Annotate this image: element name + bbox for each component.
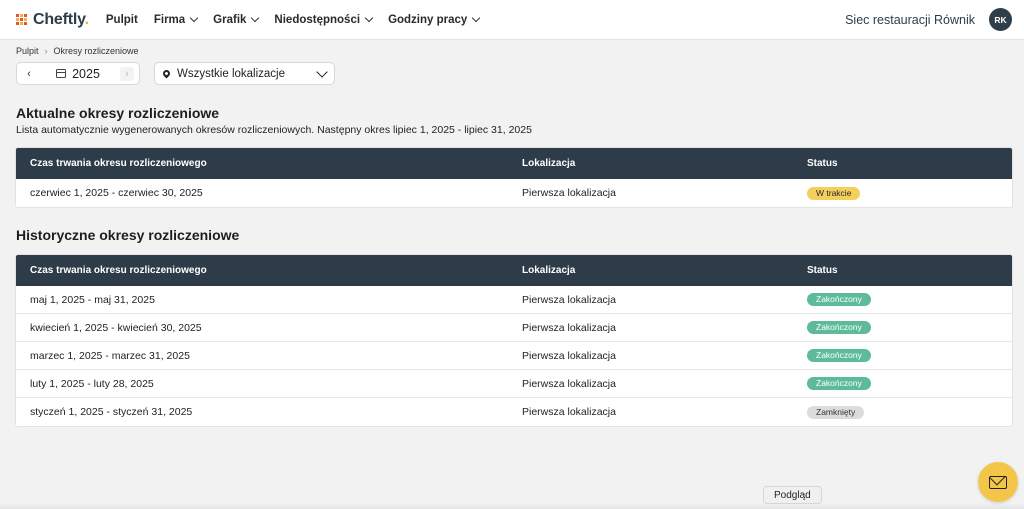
bottom-toolbar bbox=[0, 503, 1024, 509]
column-header-period: Czas trwania okresu rozliczeniowego bbox=[30, 158, 207, 169]
location-select-value: Wszystkie lokalizacje bbox=[177, 67, 285, 80]
status-badge: Zakończony bbox=[807, 377, 871, 390]
table-row[interactable]: maj 1, 2025 - maj 31, 2025 Pierwsza loka… bbox=[16, 286, 1012, 314]
period-cell: kwiecień 1, 2025 - kwiecień 30, 2025 bbox=[30, 321, 202, 334]
status-badge: W trakcie bbox=[807, 186, 861, 200]
status-badge: Zakończony bbox=[807, 321, 871, 334]
current-periods-description: Lista automatycznie wygenerowanych okres… bbox=[16, 124, 532, 136]
messages-button[interactable] bbox=[978, 462, 1018, 502]
period-cell: styczeń 1, 2025 - styczeń 31, 2025 bbox=[30, 406, 193, 418]
column-header-location: Lokalizacja bbox=[522, 158, 576, 169]
table-header: Czas trwania okresu rozliczeniowego Loka… bbox=[16, 255, 1012, 286]
previous-year-button[interactable]: ‹ bbox=[22, 67, 36, 81]
history-periods-title: Historyczne okresy rozliczeniowe bbox=[16, 227, 240, 243]
next-year-button[interactable]: › bbox=[120, 66, 134, 81]
location-cell: Pierwsza lokalizacja bbox=[522, 349, 616, 362]
period-cell: czerwiec 1, 2025 - czerwiec 30, 2025 bbox=[30, 187, 203, 199]
location-cell: Pierwsza lokalizacja bbox=[522, 406, 616, 418]
status-badge: Zakończony bbox=[807, 293, 871, 306]
year-value: 2025 bbox=[72, 66, 100, 81]
chevron-down-icon bbox=[251, 13, 260, 23]
location-cell: Pierwsza lokalizacja bbox=[522, 187, 616, 199]
column-header-status: Status bbox=[807, 158, 838, 169]
year-picker: ‹ 2025 › bbox=[16, 62, 140, 85]
table-row[interactable]: kwiecień 1, 2025 - kwiecień 30, 2025 Pie… bbox=[16, 314, 1012, 342]
column-header-period: Czas trwania okresu rozliczeniowego bbox=[30, 265, 207, 276]
brand-logo[interactable]: Cheftly. bbox=[16, 11, 89, 29]
current-periods-title: Aktualne okresy rozliczeniowe bbox=[16, 105, 220, 121]
period-cell: maj 1, 2025 - maj 31, 2025 bbox=[30, 293, 155, 306]
nav-item-godziny-pracy[interactable]: Godziny pracy bbox=[388, 13, 481, 26]
current-periods-table: Czas trwania okresu rozliczeniowego Loka… bbox=[16, 148, 1012, 207]
chevron-down-icon bbox=[316, 65, 328, 78]
nav-item-grafik[interactable]: Grafik bbox=[213, 13, 260, 26]
preview-tooltip: Podgląd bbox=[763, 486, 822, 504]
breadcrumb-home-link[interactable]: Pulpit bbox=[16, 46, 39, 56]
table-row[interactable]: styczeń 1, 2025 - styczeń 31, 2025 Pierw… bbox=[16, 398, 1012, 426]
location-pin-icon bbox=[161, 68, 172, 79]
nav-item-firma[interactable]: Firma bbox=[154, 13, 199, 26]
chevron-down-icon bbox=[364, 13, 374, 23]
top-navbar: Cheftly. Pulpit Firma Grafik Niedostępno… bbox=[0, 0, 1024, 40]
column-header-status: Status bbox=[807, 265, 838, 276]
main-nav: Pulpit Firma Grafik Niedostępności Godzi… bbox=[106, 14, 495, 26]
table-header: Czas trwania okresu rozliczeniowego Loka… bbox=[16, 148, 1012, 179]
header-right: Siec restauracji Równik RK bbox=[845, 8, 1012, 31]
history-periods-table: Czas trwania okresu rozliczeniowego Loka… bbox=[16, 255, 1012, 426]
period-cell: marzec 1, 2025 - marzec 31, 2025 bbox=[30, 349, 190, 362]
nav-item-pulpit[interactable]: Pulpit bbox=[106, 14, 138, 26]
chevron-down-icon bbox=[189, 13, 199, 23]
breadcrumb-separator-icon: › bbox=[44, 46, 48, 56]
status-badge: Zamknięty bbox=[807, 405, 865, 419]
brand-name: Cheftly. bbox=[33, 10, 89, 28]
status-badge: Zakończony bbox=[807, 349, 871, 362]
table-row[interactable]: marzec 1, 2025 - marzec 31, 2025 Pierwsz… bbox=[16, 342, 1012, 370]
table-row[interactable]: czerwiec 1, 2025 - czerwiec 30, 2025 Pie… bbox=[16, 179, 1012, 207]
location-cell: Pierwsza lokalizacja bbox=[522, 377, 616, 390]
nav-item-niedostepnosci[interactable]: Niedostępności bbox=[274, 13, 374, 26]
breadcrumb: Pulpit › Okresy rozliczeniowe bbox=[16, 46, 139, 56]
chevron-down-icon bbox=[472, 13, 481, 23]
calendar-icon bbox=[56, 69, 67, 78]
mail-icon bbox=[989, 475, 1007, 489]
location-cell: Pierwsza lokalizacja bbox=[522, 293, 616, 306]
period-cell: luty 1, 2025 - luty 28, 2025 bbox=[30, 377, 154, 390]
logo-grid-icon bbox=[16, 13, 28, 26]
location-cell: Pierwsza lokalizacja bbox=[522, 321, 616, 334]
user-avatar[interactable]: RK bbox=[989, 8, 1012, 31]
table-row[interactable]: luty 1, 2025 - luty 28, 2025 Pierwsza lo… bbox=[16, 370, 1012, 398]
location-select[interactable]: Wszystkie lokalizacje bbox=[154, 62, 335, 85]
organization-name[interactable]: Siec restauracji Równik bbox=[845, 13, 975, 27]
breadcrumb-current: Okresy rozliczeniowe bbox=[53, 46, 139, 56]
column-header-location: Lokalizacja bbox=[522, 265, 576, 276]
year-display[interactable]: 2025 bbox=[56, 67, 100, 81]
